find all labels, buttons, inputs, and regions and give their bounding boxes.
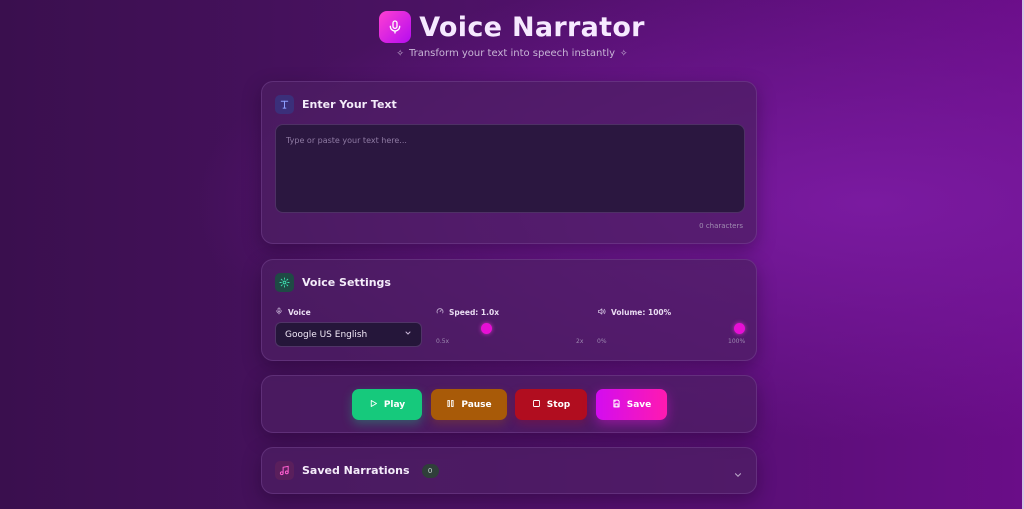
speed-min-label: 0.5x — [436, 338, 450, 345]
text-card-title: Enter Your Text — [302, 98, 397, 111]
voice-label: Voice — [275, 307, 311, 317]
voice-settings-card: Voice Settings Voice Google US English S… — [261, 259, 757, 361]
stop-icon — [532, 399, 541, 411]
saved-card-title: Saved Narrations — [302, 464, 410, 477]
text-input[interactable]: Type or paste your text here... — [275, 124, 745, 213]
title-row: Voice Narrator — [0, 10, 1024, 44]
speed-slider-thumb[interactable] — [481, 323, 492, 334]
voice-selected-value: Google US English — [285, 329, 368, 340]
app-header: Voice Narrator ✧ Transform your text int… — [0, 10, 1024, 59]
volume-slider-track[interactable] — [597, 329, 745, 332]
volume-max-label: 100% — [728, 338, 746, 345]
text-card-header: Enter Your Text — [275, 95, 397, 114]
volume-label: Volume: 100% — [597, 307, 671, 318]
gauge-icon — [436, 307, 444, 317]
subtitle: ✧ Transform your text into speech instan… — [0, 48, 1024, 59]
text-input-card: Enter Your Text Type or paste your text … — [261, 81, 757, 244]
char-count: 0 characters — [699, 222, 743, 230]
speed-slider-track[interactable] — [436, 329, 584, 332]
settings-card-title: Voice Settings — [302, 276, 391, 289]
music-note-icon — [275, 461, 294, 480]
pause-icon — [446, 399, 455, 411]
type-icon — [275, 95, 294, 114]
volume-slider-thumb[interactable] — [734, 323, 745, 334]
stop-label: Stop — [546, 399, 571, 410]
saved-count-badge: 0 — [421, 463, 439, 478]
save-icon — [612, 399, 621, 411]
stop-button[interactable]: Stop — [515, 389, 587, 420]
volume-icon — [597, 307, 606, 318]
play-label: Play — [383, 399, 406, 410]
voice-select[interactable]: Google US English — [275, 322, 422, 347]
sparkle-icon: ✧ — [396, 48, 404, 59]
voice-label-text: Voice — [288, 307, 311, 317]
save-button[interactable]: Save — [596, 389, 667, 420]
chevron-down-icon[interactable] — [733, 465, 743, 484]
subtitle-text: Transform your text into speech instantl… — [408, 48, 616, 59]
microphone-icon — [379, 11, 412, 43]
chevron-down-icon — [404, 329, 412, 340]
playback-controls-card: Play Pause Stop Save — [261, 375, 757, 433]
speed-label: Speed: 1.0x — [436, 307, 499, 317]
speed-label-text: Speed: 1.0x — [449, 307, 500, 317]
mic-small-icon — [275, 307, 283, 317]
volume-label-text: Volume: 100% — [611, 308, 672, 317]
play-button[interactable]: Play — [352, 389, 422, 420]
settings-card-header: Voice Settings — [275, 273, 391, 292]
volume-min-label: 0% — [597, 338, 607, 345]
sparkle-icon: ✧ — [620, 48, 628, 59]
play-icon — [369, 399, 378, 411]
app-title: Voice Narrator — [419, 11, 645, 43]
pause-label: Pause — [461, 399, 492, 410]
saved-card-header: Saved Narrations 0 — [275, 461, 439, 480]
gear-icon — [275, 273, 294, 292]
saved-narrations-card[interactable]: Saved Narrations 0 — [261, 447, 757, 494]
save-label: Save — [626, 399, 652, 410]
pause-button[interactable]: Pause — [431, 389, 507, 420]
speed-max-label: 2x — [576, 338, 584, 345]
